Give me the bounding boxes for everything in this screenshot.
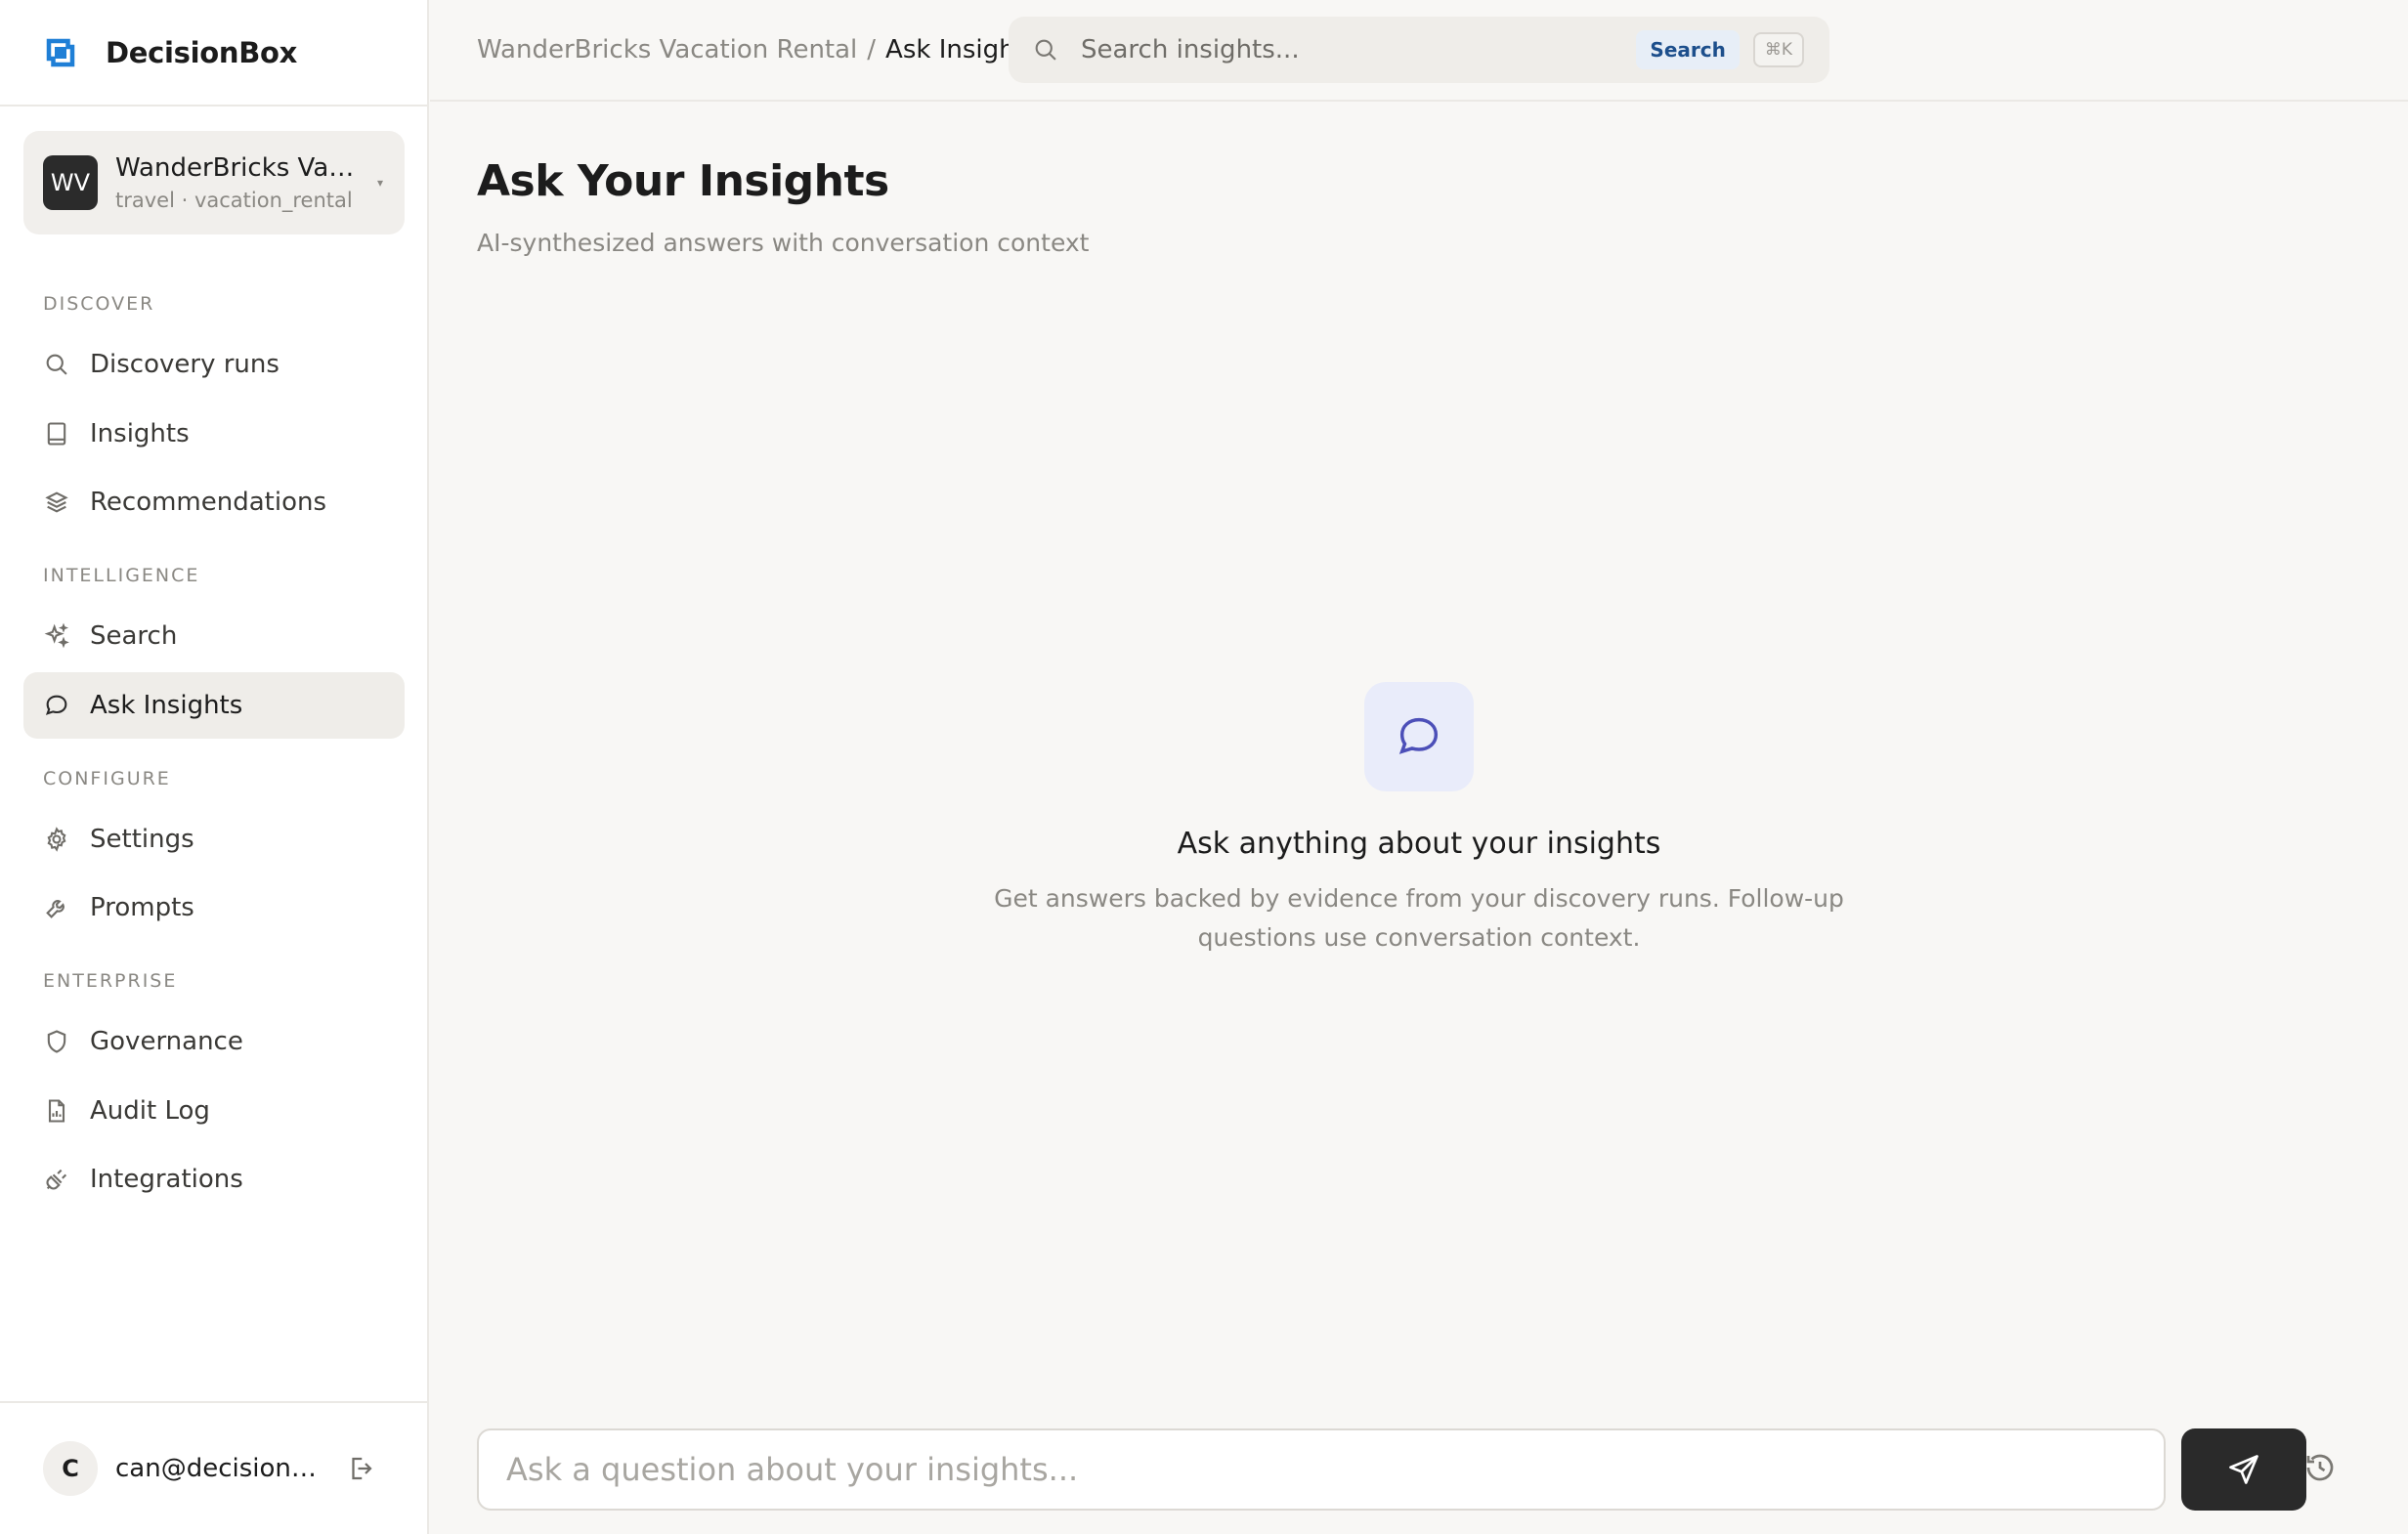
sidebar-item-ask-insights[interactable]: Ask Insights: [23, 672, 405, 739]
gear-icon: [47, 827, 66, 852]
search-icon: [1035, 39, 1056, 61]
sidebar-item-governance[interactable]: Governance: [23, 1008, 405, 1075]
section-label-configure: CONFIGURE: [43, 768, 171, 789]
search-input[interactable]: Search insights...: [1081, 35, 1636, 64]
workspace-avatar: WV: [43, 155, 98, 210]
layers-icon: [45, 491, 68, 513]
sidebar-item-discovery-runs[interactable]: Discovery runs: [23, 331, 405, 398]
user-email: can@decisionb...: [115, 1454, 321, 1483]
plug-icon: [46, 1169, 67, 1190]
file-chart-icon: [48, 1099, 65, 1123]
section-label-intelligence: INTELLIGENCE: [43, 565, 200, 586]
sidebar-item-search[interactable]: Search: [23, 603, 405, 669]
shield-icon: [47, 1030, 66, 1053]
sidebar-item-label: Ask Insights: [90, 691, 243, 720]
history-icon: [2306, 1454, 2334, 1481]
breadcrumb: WanderBricks Vacation Rental / Ask Insight…: [477, 35, 1038, 64]
sidebar-item-label: Prompts: [90, 893, 194, 922]
sidebar-item-label: Discovery runs: [90, 350, 280, 379]
send-icon: [2229, 1455, 2258, 1484]
keyboard-shortcut-badge: ⌘K: [1752, 32, 1804, 67]
user-footer: C can@decisionb...: [0, 1401, 427, 1534]
workspace-subtitle: travel · vacation_rental: [115, 189, 353, 212]
sidebar-item-label: Settings: [90, 825, 194, 854]
brand-name: DecisionBox: [106, 35, 298, 69]
workspace-switcher[interactable]: WV WanderBricks Vac... travel · vacation…: [23, 131, 405, 234]
sidebar-item-integrations[interactable]: Integrations: [23, 1146, 405, 1213]
top-bar: WanderBricks Vacation Rental / Ask Insight…: [430, 0, 2408, 102]
section-label-enterprise: ENTERPRISE: [43, 970, 178, 992]
send-button[interactable]: [2181, 1428, 2306, 1511]
sidebar-item-label: Audit Log: [90, 1096, 210, 1126]
breadcrumb-separator: /: [867, 35, 877, 64]
decisionbox-logo-icon: [46, 38, 75, 66]
sidebar-item-insights[interactable]: Insights: [23, 401, 405, 467]
sidebar-item-label: Integrations: [90, 1165, 243, 1194]
empty-state-title: Ask anything about your insights: [1177, 827, 1661, 861]
search-button[interactable]: Search: [1636, 30, 1740, 69]
breadcrumb-parent[interactable]: WanderBricks Vacation Rental: [477, 35, 857, 64]
book-icon: [47, 422, 66, 446]
sidebar: DecisionBox WV WanderBricks Vac... trave…: [0, 0, 429, 1534]
page-title: Ask Your Insights: [477, 156, 889, 206]
sidebar-item-label: Search: [90, 621, 178, 651]
sidebar-item-label: Recommendations: [90, 488, 327, 517]
section-label-discover: DISCOVER: [43, 293, 155, 315]
avatar[interactable]: C: [43, 1441, 98, 1496]
history-button[interactable]: [2300, 1448, 2340, 1487]
chevron-down-icon: ▾: [376, 176, 383, 190]
chat-bubble-icon: [1398, 717, 1439, 754]
logout-icon[interactable]: [346, 1454, 375, 1483]
empty-state-icon: [1364, 682, 1474, 791]
empty-state-description: Get answers backed by evidence from your…: [994, 884, 1844, 952]
sidebar-item-settings[interactable]: Settings: [23, 806, 405, 873]
workspace-name: WanderBricks Vac...: [115, 153, 360, 183]
sidebar-item-prompts[interactable]: Prompts: [23, 874, 405, 941]
page-subtitle: AI-synthesized answers with conversation…: [477, 229, 1090, 257]
brand-header[interactable]: DecisionBox: [0, 0, 427, 107]
sparkles-icon: [44, 622, 69, 649]
sidebar-item-recommendations[interactable]: Recommendations: [23, 469, 405, 535]
sidebar-item-label: Governance: [90, 1027, 243, 1056]
question-input[interactable]: Ask a question about your insights...: [477, 1428, 2166, 1511]
search-icon: [46, 354, 67, 375]
search-bar[interactable]: Search insights... Search ⌘K: [1009, 17, 1829, 83]
sidebar-item-audit-log[interactable]: Audit Log: [23, 1078, 405, 1144]
wrench-icon: [46, 900, 64, 918]
question-input-placeholder: Ask a question about your insights...: [506, 1451, 1079, 1488]
sidebar-item-label: Insights: [90, 419, 190, 448]
chat-bubble-icon: [45, 695, 67, 715]
